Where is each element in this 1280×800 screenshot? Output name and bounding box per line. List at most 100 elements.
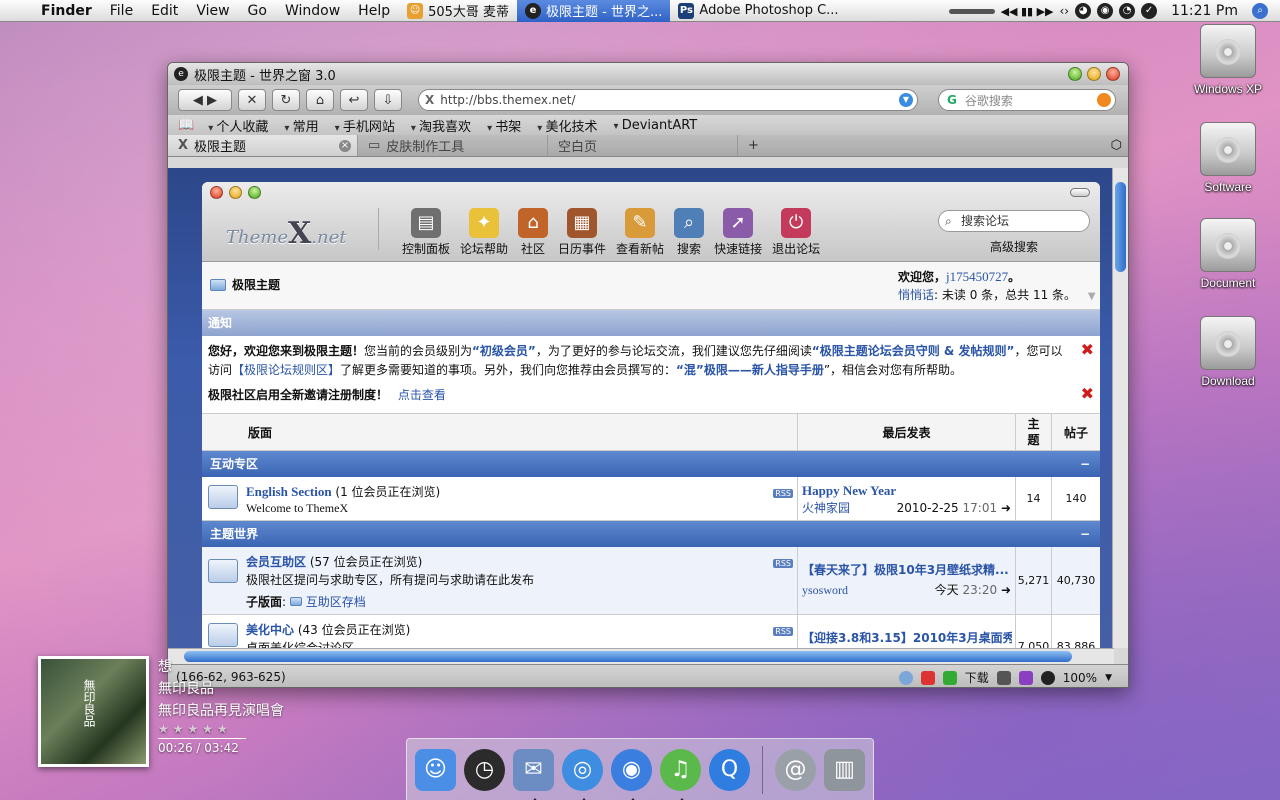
tab-close-icon[interactable]: × <box>339 139 351 152</box>
new-tab-button[interactable]: + <box>738 135 769 156</box>
ichat-icon[interactable]: ◉ <box>611 748 652 800</box>
forum-search-input[interactable]: ⌕ 搜索论坛 <box>938 210 1090 232</box>
tool-control-panel[interactable]: ▤ 控制面板 <box>402 208 450 257</box>
last-post-link[interactable]: 【迎接3.8和3.15】2010年3月桌面秀... <box>802 629 1012 646</box>
desktop-drive-download[interactable]: Download <box>1183 316 1273 388</box>
download-button[interactable]: ⇩ <box>374 89 402 111</box>
menu-app-name[interactable]: Finder <box>32 0 101 22</box>
safari-icon[interactable]: ◎ <box>562 748 603 800</box>
tool-new-posts[interactable]: ✎ 查看新帖 <box>616 208 664 257</box>
dashboard-icon[interactable]: ◷ <box>464 748 505 791</box>
url-dropdown-icon[interactable]: ▼ <box>899 93 913 107</box>
chevron-down-icon[interactable]: ▼ <box>1088 291 1096 302</box>
guide-link[interactable]: “混”极限——新人指导手册 <box>676 363 824 377</box>
messenger-tray-icon[interactable]: ◉ <box>1097 3 1114 19</box>
trash-icon[interactable]: ▥ <box>823 748 865 791</box>
network-icon[interactable] <box>898 670 913 685</box>
desktop-drive-document[interactable]: Document <box>1183 218 1273 290</box>
media-controls[interactable]: ◀◀ ▮▮ ▶▶ <box>1001 5 1054 18</box>
breadcrumb-home[interactable]: 极限主题 <box>210 276 280 293</box>
close-invite-icon[interactable]: ✖ <box>1081 384 1094 403</box>
album-cover[interactable]: 無印良品 <box>38 656 149 767</box>
subforum-link[interactable]: 互助区存档 <box>306 595 366 609</box>
owl-tray-icon[interactable]: ◔ <box>1119 3 1136 19</box>
rss-icon[interactable]: RSS <box>773 627 793 636</box>
zoom-button[interactable] <box>1068 67 1082 81</box>
rules-area-link[interactable]: 【极限论坛规则区】 <box>232 363 340 377</box>
tool-calendar[interactable]: ▦ 日历事件 <box>558 208 606 257</box>
invite-link[interactable]: 点击查看 <box>398 388 446 402</box>
zoom-level[interactable]: 100% <box>1063 671 1097 685</box>
forum-link[interactable]: English Section <box>246 484 332 499</box>
tool-community[interactable]: ⌂ 社区 <box>518 208 549 257</box>
check-tray-icon[interactable]: ✓ <box>1141 3 1158 19</box>
screenshot-icon[interactable] <box>996 670 1011 685</box>
task-qq[interactable]: ☺ 505大哥 麦蒂 <box>399 0 517 22</box>
goto-arrow-icon[interactable]: ➜ <box>1001 583 1011 597</box>
last-post-user[interactable]: ysosword <box>802 583 848 598</box>
home-button[interactable]: ⌂ <box>306 89 334 111</box>
zoom-icon[interactable] <box>1040 670 1055 685</box>
rss-icon[interactable]: RSS <box>773 559 793 568</box>
forum-logo[interactable]: ThemeX.net <box>226 216 346 251</box>
chevron-down-icon[interactable]: ▼ <box>1105 673 1112 683</box>
download-label[interactable]: 下载 <box>965 669 989 686</box>
bookmark-folder[interactable]: 书架 <box>481 116 527 135</box>
pm-link[interactable]: 悄悄话 <box>898 288 934 302</box>
bookmark-folder[interactable]: DeviantART <box>608 118 704 133</box>
rss-icon[interactable]: RSS <box>773 489 793 498</box>
minimize-button[interactable] <box>1087 67 1101 81</box>
search-box[interactable]: G 谷歌搜索 <box>938 89 1116 111</box>
refresh-button[interactable]: ↻ <box>272 89 300 111</box>
task-photoshop[interactable]: Ps Adobe Photoshop C... <box>670 0 846 22</box>
close-button[interactable] <box>1106 67 1120 81</box>
bookmark-folder[interactable]: 手机网站 <box>329 116 401 135</box>
finder-icon[interactable]: ☺ <box>415 748 456 791</box>
back-forward-button[interactable]: ◀ ▶ <box>178 89 232 111</box>
vertical-scroll-thumb[interactable] <box>1115 182 1126 272</box>
search-go-icon[interactable] <box>1097 93 1111 107</box>
desktop-drive-software[interactable]: Software <box>1183 122 1273 194</box>
bookmark-folder[interactable]: 淘我喜欢 <box>405 116 477 135</box>
collapse-icon[interactable]: − <box>1080 521 1090 547</box>
tab-menu-icon[interactable]: ⬡ <box>1111 138 1122 153</box>
last-post-link[interactable]: 【春天来了】极限10年3月壁纸求精... <box>802 561 1012 578</box>
tool-quick-links[interactable]: ➚ 快速链接 <box>714 208 762 257</box>
menu-window[interactable]: Window <box>276 0 349 22</box>
menu-go[interactable]: Go <box>239 0 276 22</box>
restore-button[interactable]: ↩ <box>340 89 368 111</box>
qq-tray-icon[interactable]: ◕ <box>1075 3 1092 19</box>
mail-icon[interactable]: ✉ <box>513 748 554 800</box>
menu-view[interactable]: View <box>187 0 238 22</box>
bookmark-folder[interactable]: 个人收藏 <box>202 116 274 135</box>
username-link[interactable]: j175450727 <box>946 269 1008 284</box>
tab-themex[interactable]: X 极限主题 × <box>168 135 358 156</box>
spotlight-icon[interactable]: ⌕ <box>1252 3 1268 19</box>
collapse-icon[interactable]: − <box>1080 451 1090 477</box>
quicktime-icon[interactable]: Q <box>709 748 750 791</box>
tool-search[interactable]: ⌕ 搜索 <box>674 208 705 257</box>
goto-arrow-icon[interactable]: ➜ <box>1001 501 1011 515</box>
clock[interactable]: 11:21 Pm <box>1163 3 1246 19</box>
volume-track[interactable] <box>948 8 995 14</box>
forum-link[interactable]: 美化中心 <box>246 623 294 637</box>
category-header[interactable]: 主题世界 − <box>202 521 1100 547</box>
forum-link[interactable]: 会员互助区 <box>246 555 306 569</box>
advanced-search-link[interactable]: 高级搜索 <box>990 238 1038 255</box>
menu-edit[interactable]: Edit <box>142 0 187 22</box>
bookmark-folder[interactable]: 常用 <box>278 116 324 135</box>
rating-stars[interactable]: ★★★★★ <box>158 722 418 736</box>
vertical-scrollbar[interactable] <box>1112 168 1128 648</box>
menu-help[interactable]: Help <box>349 0 399 22</box>
last-post-link[interactable]: Happy New Year <box>802 483 1012 499</box>
task-browser[interactable]: e 极限主题 - 世界之... <box>517 0 671 22</box>
menu-file[interactable]: File <box>101 0 142 22</box>
stop-button[interactable]: ✕ <box>238 89 266 111</box>
download-icon[interactable] <box>942 670 957 685</box>
category-header[interactable]: 互动专区 − <box>202 451 1100 477</box>
track-progress[interactable] <box>158 738 246 739</box>
bookmark-folder[interactable]: 美化技术 <box>531 116 603 135</box>
close-notice-icon[interactable]: ✖ <box>1081 340 1094 359</box>
google-icon[interactable]: G <box>947 93 957 107</box>
tab-skin-tool[interactable]: ▭ 皮肤制作工具 <box>358 135 548 156</box>
